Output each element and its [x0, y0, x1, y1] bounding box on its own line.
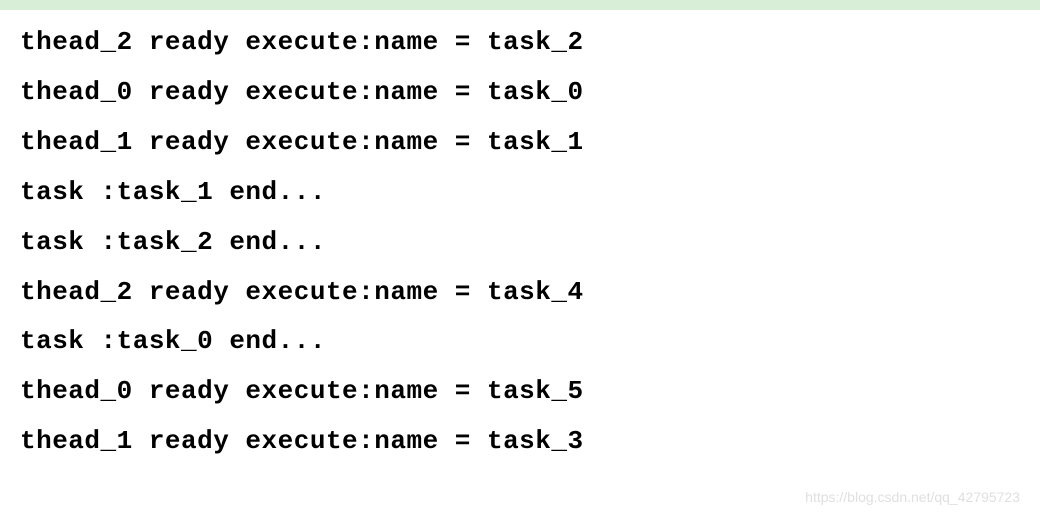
console-line: task :task_1 end... — [20, 168, 1020, 218]
console-line: task :task_2 end... — [20, 218, 1020, 268]
console-line: task :task_0 end... — [20, 317, 1020, 367]
console-line: thead_0 ready execute:name = task_5 — [20, 367, 1020, 417]
watermark-text: https://blog.csdn.net/qq_42795723 — [805, 489, 1020, 505]
console-line: thead_1 ready execute:name = task_1 — [20, 118, 1020, 168]
console-line: thead_2 ready execute:name = task_4 — [20, 268, 1020, 318]
console-line: thead_0 ready execute:name = task_0 — [20, 68, 1020, 118]
console-output: thead_2 ready execute:name = task_2 thea… — [20, 8, 1020, 467]
console-line: thead_2 ready execute:name = task_2 — [20, 18, 1020, 68]
console-line: thead_1 ready execute:name = task_3 — [20, 417, 1020, 467]
